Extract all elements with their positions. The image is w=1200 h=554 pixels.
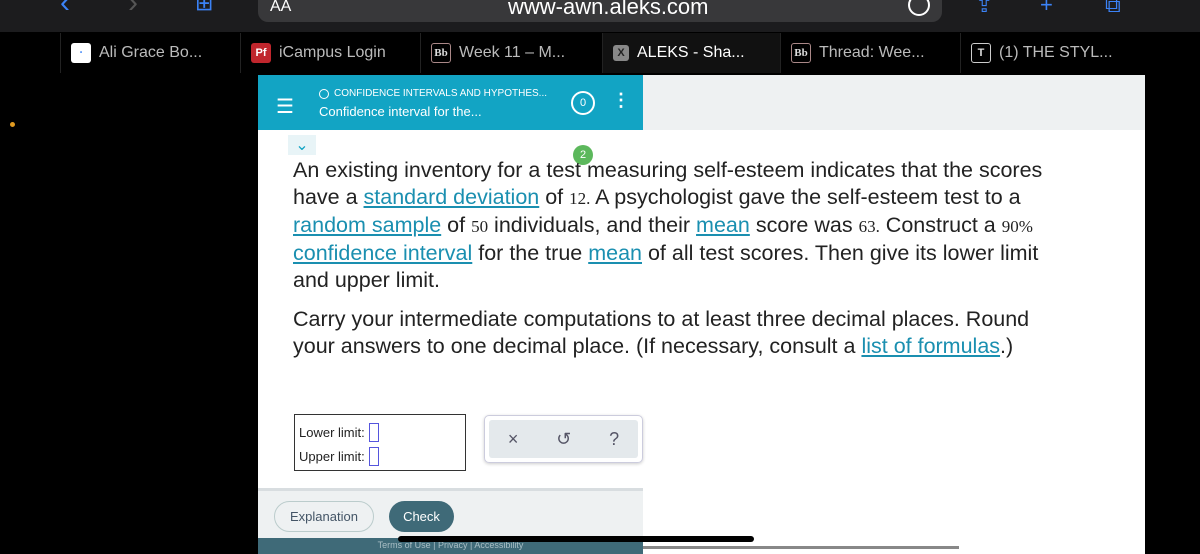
address-bar[interactable]: AA www-awn.aleks.com (258, 0, 942, 22)
horizontal-scrollbar[interactable] (643, 546, 959, 549)
new-tab-icon[interactable]: + (1040, 0, 1053, 18)
reader-button[interactable]: AA (270, 0, 291, 16)
tabs-overview-icon[interactable]: ⧉ (1105, 0, 1121, 18)
url-text: www-awn.aleks.com (508, 0, 709, 19)
home-indicator (398, 536, 754, 542)
question-text-segment: of (441, 213, 472, 237)
tab-week-11[interactable]: Bb Week 11 – M... (420, 33, 600, 73)
glossary-link[interactable]: list of formulas (861, 334, 1000, 358)
glossary-link[interactable]: random sample (293, 213, 441, 237)
indicator-dot (10, 122, 15, 127)
answer-box: Lower limit: Upper limit: (294, 414, 466, 471)
tab-label: Thread: Wee... (819, 44, 925, 61)
site-icon: • (71, 43, 91, 63)
x-icon: X (613, 45, 629, 61)
math-value: 12. (569, 189, 591, 208)
topic-header: ☰ CONFIDENCE INTERVALS AND HYPOTHES... C… (258, 75, 643, 130)
menu-icon[interactable]: ☰ (276, 94, 294, 119)
bb-icon: Bb (431, 43, 451, 63)
glossary-link[interactable]: mean (588, 241, 642, 265)
undo-icon[interactable]: ↺ (556, 429, 571, 450)
tab-label: iCampus Login (279, 44, 386, 61)
topic-label: CONFIDENCE INTERVALS AND HYPOTHES... (334, 88, 548, 99)
math-value: 50 (471, 217, 489, 236)
tab-thread[interactable]: Bb Thread: Wee... (780, 33, 960, 73)
question-text-segment: individuals, and their (488, 213, 697, 237)
t-icon: T (971, 43, 991, 63)
bb-icon: Bb (791, 43, 811, 63)
math-value: 90% (1001, 217, 1033, 236)
glossary-link[interactable]: mean (696, 213, 750, 237)
tab-label: Ali Grace Bo... (99, 44, 203, 61)
instructions-paragraph: Carry your intermediate computations to … (293, 306, 1063, 360)
aleks-page: ☰ CONFIDENCE INTERVALS AND HYPOTHES... C… (258, 75, 1145, 554)
help-icon[interactable]: ? (609, 429, 619, 450)
bookmarks-icon[interactable]: ⊞ (195, 0, 213, 16)
upper-limit-label: Upper limit: (299, 448, 365, 464)
question-text-segment: A psychologist gave the self-esteem test… (590, 185, 1021, 209)
tab-label: ALEKS - Sha... (637, 44, 745, 61)
question-paragraph: An existing inventory for a test measuri… (293, 157, 1063, 294)
header-background (643, 75, 1145, 130)
progress-count[interactable]: 0 (571, 91, 595, 115)
glossary-link[interactable]: confidence interval (293, 241, 472, 265)
check-button[interactable]: Check (389, 501, 454, 532)
topic-title: CONFIDENCE INTERVALS AND HYPOTHES... (319, 88, 547, 99)
tab-aleks[interactable]: X ALEKS - Sha... (602, 33, 780, 73)
question-text: An existing inventory for a test measuri… (293, 157, 1063, 372)
tab-bar: • Ali Grace Bo... Pf iCampus Login Bb Week … (0, 33, 1200, 73)
math-value: 63. (858, 217, 880, 236)
explanation-button[interactable]: Explanation (274, 501, 374, 532)
clear-icon[interactable]: × (508, 429, 519, 450)
chevron-down-icon[interactable]: ⌄ (288, 135, 316, 155)
back-icon[interactable]: ‹ (60, 0, 70, 20)
question-text-segment: of (539, 185, 570, 209)
tab-label: (1) THE STYL... (999, 44, 1113, 61)
forward-icon[interactable]: › (128, 0, 138, 20)
lower-limit-input[interactable] (368, 422, 379, 442)
lower-limit-label: Lower limit: (299, 424, 365, 440)
reload-icon[interactable] (908, 0, 930, 16)
pf-icon: Pf (251, 43, 271, 63)
tab-label: Week 11 – M... (459, 44, 566, 61)
question-text-segment: score was (749, 213, 859, 237)
question-text-segment: Construct a (879, 213, 1002, 237)
more-options-icon[interactable]: ⋮ (612, 90, 630, 111)
tab-icampus[interactable]: Pf iCampus Login (240, 33, 418, 73)
question-text-segment: for the true (472, 241, 589, 265)
upper-limit-input[interactable] (368, 446, 379, 466)
question-text-segment: .) (1000, 334, 1014, 358)
answer-tools: × ↺ ? (484, 415, 643, 463)
browser-toolbar: ‹ › ⊞ AA www-awn.aleks.com ⇪ + ⧉ (0, 0, 1200, 32)
tab-ali-grace[interactable]: • Ali Grace Bo... (60, 33, 238, 73)
glossary-link[interactable]: standard deviation (364, 185, 540, 209)
progress-circle-icon (319, 88, 329, 99)
tab-the-style[interactable]: T (1) THE STYL... (960, 33, 1150, 73)
share-icon[interactable]: ⇪ (975, 0, 993, 18)
topic-subtitle: Confidence interval for the... (319, 104, 482, 119)
